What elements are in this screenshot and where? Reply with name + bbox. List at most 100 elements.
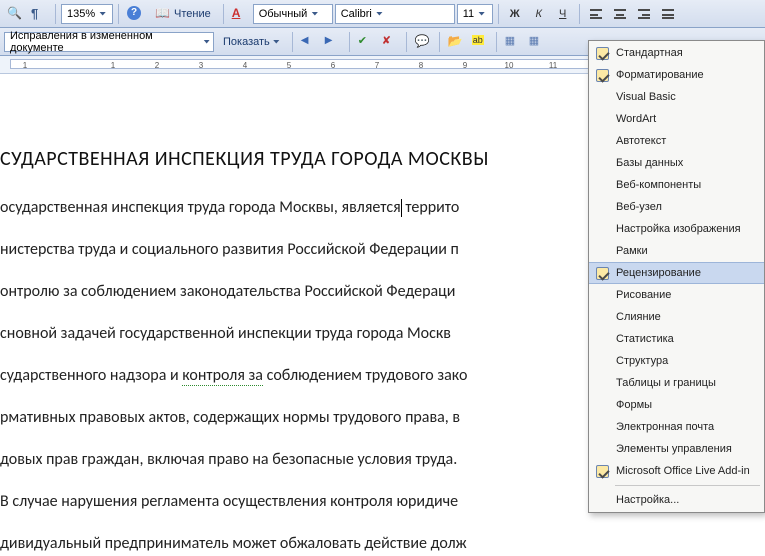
menu-item-customize[interactable]: Настройка...	[589, 489, 764, 511]
menu-item-базы-данных[interactable]: Базы данных	[589, 152, 764, 174]
menu-item-label: Microsoft Office Live Add-in	[616, 465, 750, 477]
menu-item-label: Автотекст	[616, 135, 666, 147]
insert-comment-button[interactable]	[412, 31, 434, 53]
menu-item-label: Рамки	[616, 245, 648, 257]
search-icon[interactable]	[4, 3, 26, 25]
style-dropdown[interactable]: Обычный	[253, 4, 333, 24]
menu-item-label: WordArt	[616, 113, 656, 125]
menu-item-label: Настройка...	[616, 494, 679, 506]
menu-item-форматирование[interactable]: Форматирование	[589, 64, 764, 86]
reviewing-pane-button[interactable]	[502, 31, 524, 53]
show-markup-button[interactable]: Показать	[216, 31, 287, 53]
chevron-down-icon	[99, 12, 106, 16]
menu-item-label: Стандартная	[616, 47, 683, 59]
chevron-down-icon	[311, 12, 318, 16]
bold-button[interactable]: Ж	[504, 3, 526, 25]
menu-item-электронная-почта[interactable]: Электронная почта	[589, 416, 764, 438]
highlight-button[interactable]	[469, 31, 491, 53]
separator	[579, 4, 580, 24]
menu-item-стандартная[interactable]: Стандартная	[589, 42, 764, 64]
grammar-wavy: контроля за	[182, 366, 263, 386]
align-justify-button[interactable]	[657, 3, 679, 25]
next-change-button[interactable]	[322, 31, 344, 53]
text-cursor	[401, 199, 402, 217]
chevron-down-icon	[478, 12, 485, 16]
menu-item-label: Рецензирование	[616, 267, 701, 279]
menu-item-рамки[interactable]: Рамки	[589, 240, 764, 262]
menu-item-label: Слияние	[616, 311, 661, 323]
separator	[349, 32, 350, 52]
para-9: дивидуальный предприниматель может обжал…	[0, 532, 765, 556]
separator	[406, 32, 407, 52]
underline-button[interactable]: Ч	[552, 3, 574, 25]
checkbox-icon	[592, 47, 612, 60]
italic-button[interactable]: К	[528, 3, 550, 25]
track-mode-value: Исправления в измененном документе	[10, 30, 199, 54]
separator	[498, 4, 499, 24]
reveal-formatting-icon[interactable]	[28, 3, 50, 25]
menu-item-visual-basic[interactable]: Visual Basic	[589, 86, 764, 108]
menu-item-таблицы-и-границы[interactable]: Таблицы и границы	[589, 372, 764, 394]
menu-item-wordart[interactable]: WordArt	[589, 108, 764, 130]
font-value: Calibri	[341, 8, 372, 20]
menu-item-автотекст[interactable]: Автотекст	[589, 130, 764, 152]
menu-item-рисование[interactable]: Рисование	[589, 284, 764, 306]
menu-item-веб-компоненты[interactable]: Веб-компоненты	[589, 174, 764, 196]
separator	[292, 32, 293, 52]
menu-item-label: Элементы управления	[616, 443, 732, 455]
menu-item-структура[interactable]: Структура	[589, 350, 764, 372]
menu-item-microsoft-office-live-add-in[interactable]: Microsoft Office Live Add-in	[589, 460, 764, 482]
book-icon	[155, 6, 171, 22]
separator	[439, 32, 440, 52]
zoom-value: 135%	[67, 8, 95, 20]
menu-item-рецензирование[interactable]: Рецензирование	[589, 262, 764, 284]
font-dropdown[interactable]: Calibri	[335, 4, 455, 24]
reject-change-button[interactable]	[379, 31, 401, 53]
align-left-button[interactable]	[585, 3, 607, 25]
toolbar-formatting: 135% Чтение Обычный Calibri 11 Ж К Ч	[0, 0, 765, 28]
menu-item-слияние[interactable]: Слияние	[589, 306, 764, 328]
menu-item-label: Формы	[616, 399, 652, 411]
menu-item-элементы-управления[interactable]: Элементы управления	[589, 438, 764, 460]
menu-item-статистика[interactable]: Статистика	[589, 328, 764, 350]
align-right-button[interactable]	[633, 3, 655, 25]
chevron-down-icon	[376, 12, 383, 16]
menu-item-label: Базы данных	[616, 157, 683, 169]
show-label: Показать	[223, 36, 270, 48]
size-value: 11	[463, 8, 474, 20]
align-center-button[interactable]	[609, 3, 631, 25]
menu-item-label: Настройка изображения	[616, 223, 741, 235]
checkbox-icon	[592, 267, 612, 280]
menu-item-настройка-изображения[interactable]: Настройка изображения	[589, 218, 764, 240]
menu-item-label: Структура	[616, 355, 668, 367]
separator	[118, 4, 119, 24]
chevron-down-icon	[273, 40, 280, 44]
menu-item-label: Электронная почта	[616, 421, 714, 433]
styles-pane-icon[interactable]	[229, 3, 251, 25]
menu-item-label: Статистика	[616, 333, 674, 345]
reading-mode-button[interactable]: Чтение	[148, 3, 218, 25]
compare-button[interactable]	[526, 31, 548, 53]
track-changes-button[interactable]	[445, 31, 467, 53]
help-icon[interactable]	[124, 3, 146, 25]
checkbox-icon	[592, 69, 612, 82]
menu-item-label: Visual Basic	[616, 91, 676, 103]
menu-separator	[615, 485, 760, 486]
track-changes-dropdown[interactable]: Исправления в измененном документе	[4, 32, 214, 52]
toolbars-context-menu: Стандартная Форматирование Visual Basic Wor…	[588, 40, 765, 513]
separator	[223, 4, 224, 24]
chevron-down-icon	[203, 40, 210, 44]
accept-change-button[interactable]	[355, 31, 377, 53]
menu-item-веб-узел[interactable]: Веб-узел	[589, 196, 764, 218]
menu-item-label: Веб-компоненты	[616, 179, 701, 191]
font-size-dropdown[interactable]: 11	[457, 4, 493, 24]
menu-item-label: Веб-узел	[616, 201, 662, 213]
previous-change-button[interactable]	[298, 31, 320, 53]
reading-label: Чтение	[174, 8, 211, 20]
separator	[496, 32, 497, 52]
checkbox-icon	[592, 465, 612, 478]
menu-item-label: Таблицы и границы	[616, 377, 716, 389]
menu-item-формы[interactable]: Формы	[589, 394, 764, 416]
menu-item-label: Форматирование	[616, 69, 704, 81]
zoom-dropdown[interactable]: 135%	[61, 4, 113, 24]
